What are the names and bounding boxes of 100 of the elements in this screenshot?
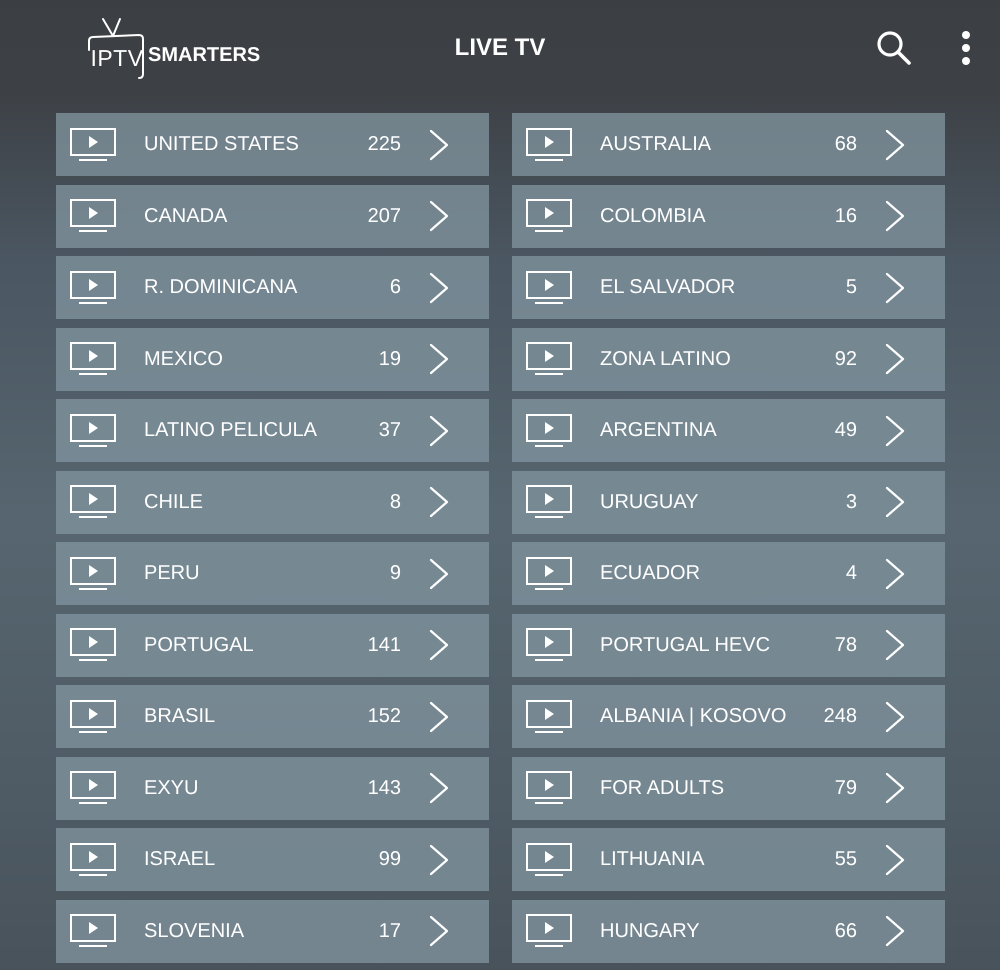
category-name: URUGUAY	[600, 490, 700, 514]
category-row[interactable]: PERU 9	[56, 542, 489, 605]
tv-play-icon	[526, 700, 572, 734]
tv-play-icon	[526, 842, 572, 876]
channel-count: 248	[824, 705, 857, 728]
category-row[interactable]: LATINO PELICULA 37	[56, 399, 489, 462]
chevron-right-icon	[885, 343, 905, 375]
category-row[interactable]: CHILE 8	[56, 470, 489, 534]
category-name: CHILE	[144, 490, 204, 514]
tv-play-icon	[526, 414, 572, 448]
category-name: PERU	[144, 562, 201, 585]
channel-count: 99	[378, 848, 401, 871]
category-row[interactable]: BRASIL 152	[56, 685, 489, 748]
channel-count: 66	[834, 920, 857, 942]
tv-play-icon	[526, 342, 572, 376]
page-title: LIVE TV	[454, 34, 546, 62]
logo-text: IPTV	[90, 47, 144, 70]
category-row[interactable]: ARGENTINA 49	[512, 399, 945, 462]
category-name: EXYU	[144, 776, 200, 800]
category-row[interactable]: FOR ADULTS 79	[512, 756, 945, 820]
more-menu-icon[interactable]	[960, 30, 972, 66]
tv-play-icon	[526, 914, 572, 948]
category-row[interactable]: HUNGARY 66	[512, 900, 945, 962]
category-row[interactable]: EL SALVADOR 5	[512, 256, 945, 319]
chevron-right-icon	[885, 272, 905, 304]
tv-play-icon	[526, 270, 572, 304]
category-name: FOR ADULTS	[600, 776, 726, 800]
chevron-right-icon	[885, 629, 905, 661]
category-row[interactable]: AUSTRALIA 68	[512, 113, 945, 176]
chevron-right-icon	[885, 700, 905, 732]
chevron-right-icon	[429, 128, 449, 160]
channel-count: 37	[378, 419, 401, 442]
category-row[interactable]: LITHUANIA 55	[512, 828, 945, 891]
chevron-right-icon	[885, 558, 905, 590]
tv-play-icon	[70, 128, 116, 162]
category-row[interactable]: COLOMBIA 16	[512, 184, 945, 248]
category-row[interactable]: UNITED STATES 225	[56, 113, 489, 176]
chevron-right-icon	[885, 915, 905, 947]
channel-count: 16	[834, 204, 857, 228]
category-row[interactable]: ISRAEL 99	[56, 828, 489, 891]
chevron-right-icon	[885, 128, 905, 160]
tv-outline-logo-icon	[86, 16, 146, 80]
channel-count: 55	[834, 848, 857, 871]
category-row[interactable]: MEXICO 19	[56, 328, 489, 390]
logo-text: SMARTERS	[148, 45, 260, 65]
chevron-right-icon	[429, 772, 449, 804]
tv-play-icon	[526, 556, 572, 590]
tv-play-icon	[70, 771, 116, 805]
tv-play-icon	[70, 842, 116, 876]
channel-count: 5	[846, 276, 857, 299]
channel-count: 225	[368, 133, 401, 156]
category-row[interactable]: URUGUAY 3	[512, 470, 945, 534]
channel-count: 207	[368, 204, 401, 228]
category-name: COLOMBIA	[600, 204, 707, 228]
category-name: ZONA LATINO	[600, 348, 732, 370]
category-row[interactable]: SLOVENIA 17	[56, 900, 489, 962]
channel-count: 92	[834, 348, 857, 370]
chevron-right-icon	[429, 558, 449, 590]
channel-count: 78	[834, 634, 857, 656]
chevron-right-icon	[429, 200, 449, 232]
category-name: HUNGARY	[600, 920, 701, 942]
channel-count: 68	[834, 133, 857, 156]
category-name: LATINO PELICULA	[144, 419, 318, 442]
chevron-right-icon	[885, 486, 905, 518]
category-row[interactable]: ALBANIA | KOSOVO 248	[512, 685, 945, 748]
tv-play-icon	[526, 771, 572, 805]
tv-play-icon	[70, 628, 116, 662]
chevron-right-icon	[429, 414, 449, 446]
category-row[interactable]: PORTUGAL 141	[56, 614, 489, 676]
search-icon[interactable]	[876, 30, 912, 66]
category-row[interactable]: ZONA LATINO 92	[512, 328, 945, 390]
category-row[interactable]: EXYU 143	[56, 756, 489, 820]
chevron-right-icon	[885, 200, 905, 232]
category-name: PORTUGAL HEVC	[600, 634, 772, 656]
category-row[interactable]: CANADA 207	[56, 184, 489, 248]
tv-play-icon	[70, 199, 116, 233]
channel-count: 17	[378, 920, 401, 942]
channel-count: 19	[378, 348, 401, 370]
category-name: ALBANIA | KOSOVO	[600, 705, 788, 728]
category-row[interactable]: R. DOMINICANA 6	[56, 256, 489, 319]
channel-count: 6	[390, 276, 401, 299]
channel-count: 143	[368, 776, 401, 800]
chevron-right-icon	[885, 772, 905, 804]
chevron-right-icon	[885, 844, 905, 876]
tv-play-icon	[526, 628, 572, 662]
category-name: CANADA	[144, 204, 228, 228]
category-name: ISRAEL	[144, 848, 216, 871]
tv-play-icon	[70, 485, 116, 519]
tv-play-icon	[526, 199, 572, 233]
tv-play-icon	[70, 414, 116, 448]
tv-play-icon	[70, 342, 116, 376]
chevron-right-icon	[429, 915, 449, 947]
tv-play-icon	[70, 700, 116, 734]
category-name: AUSTRALIA	[600, 133, 712, 156]
tv-play-icon	[526, 128, 572, 162]
chevron-right-icon	[429, 844, 449, 876]
category-row[interactable]: PORTUGAL HEVC 78	[512, 614, 945, 676]
category-row[interactable]: ECUADOR 4	[512, 542, 945, 605]
tv-play-icon	[526, 485, 572, 519]
category-name: PORTUGAL	[144, 634, 255, 656]
